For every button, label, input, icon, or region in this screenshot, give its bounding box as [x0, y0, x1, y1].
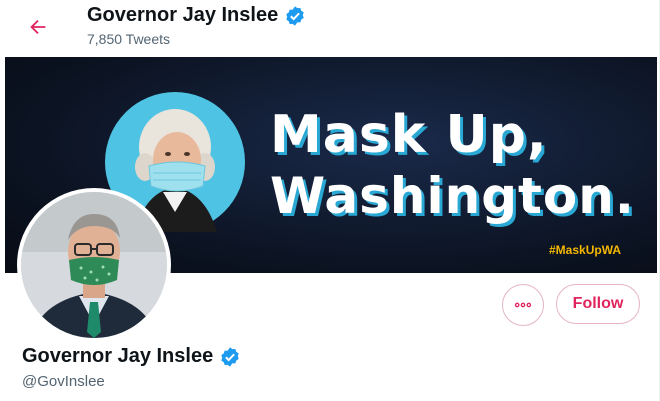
- avatar[interactable]: [17, 188, 171, 342]
- header-title-text: Governor Jay Inslee: [87, 4, 279, 26]
- more-options-button[interactable]: [502, 284, 544, 326]
- avatar-photo: [21, 192, 167, 338]
- verified-badge-icon: [219, 346, 241, 368]
- profile-handle: @GovInslee: [22, 373, 105, 390]
- arrow-left-icon: [30, 19, 46, 35]
- banner-headline-line1: Mask Up,: [270, 105, 548, 165]
- banner-headline-line2: Washington.: [270, 167, 635, 225]
- banner-hashtag: #MaskUpWA: [549, 243, 622, 257]
- profile-name: Governor Jay Inslee: [22, 345, 241, 368]
- more-options-icon: [514, 302, 532, 308]
- profile-name-text: Governor Jay Inslee: [22, 345, 214, 367]
- follow-button[interactable]: Follow: [556, 284, 640, 324]
- verified-badge-icon: [284, 5, 306, 27]
- profile-header-bar: Governor Jay Inslee 7,850 Tweets: [0, 0, 660, 55]
- tweet-count: 7,850 Tweets: [87, 31, 171, 47]
- header-title: Governor Jay Inslee: [87, 4, 306, 27]
- back-button[interactable]: [20, 9, 56, 45]
- avatar-portrait-image: [21, 192, 167, 338]
